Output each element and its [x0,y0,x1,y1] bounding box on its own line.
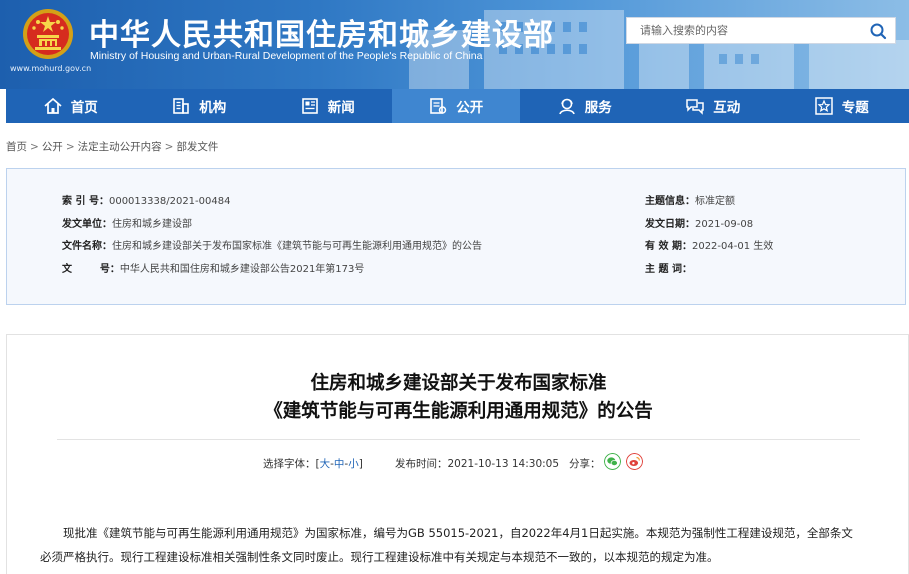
publish-time-label: 发布时间： [395,458,448,470]
site-subtitle-en: Ministry of Housing and Urban-Rural Deve… [90,50,483,62]
info-date: 发文日期：2021-09-08 [645,215,753,230]
share-label: 分享： [569,458,601,470]
info-index-label: 索 引 号： [62,196,109,207]
info-keywords: 主 题 词： [645,260,692,275]
document-info-box: 索 引 号：000013338/2021-00484 发文单位：住房和城乡建设部… [6,168,906,305]
article-body: 现批准《建筑节能与可再生能源利用通用规范》为国家标准，编号为GB 55015-2… [40,526,853,564]
info-topic-value: 标准定额 [695,196,735,207]
nav-label: 新闻 [327,100,355,116]
wechat-share-icon[interactable] [604,453,621,470]
breadcrumb: 首页 > 公开 > 法定主动公开内容 > 部发文件 [6,139,218,154]
nav-label: 服务 [584,100,612,116]
font-size-close: ] [358,458,363,470]
info-issuer-value: 住房和城乡建设部 [112,219,192,230]
site-url: www.mohurd.gov.cn [10,64,92,73]
site-header: www.mohurd.gov.cn 中华人民共和国住房和城乡建设部 Minist… [0,0,909,89]
info-date-value: 2021-09-08 [695,219,754,230]
newspaper-icon [301,98,318,114]
search-box [626,17,896,44]
info-validity-value: 2022-04-01 生效 [691,241,774,252]
nav-label: 专题 [841,100,869,116]
nav-item-topics[interactable]: 专题 [777,89,906,123]
service-person-icon [558,98,575,115]
article-title-line2: 《建筑节能与可再生能源利用通用规范》的公告 [264,401,653,422]
nav-label: 公开 [456,100,484,116]
nav-item-news[interactable]: 新闻 [263,89,392,123]
info-issuer: 发文单位：住房和城乡建设部 [62,215,192,230]
article-container: 住房和城乡建设部关于发布国家标准 《建筑节能与可再生能源利用通用规范》的公告 选… [6,334,909,574]
font-size-medium[interactable]: 中 [334,458,345,470]
info-validity: 有 效 期：2022-04-01 生效 [645,237,773,252]
nav-label: 互动 [713,100,741,116]
search-icon[interactable] [867,21,889,41]
star-icon [815,97,833,115]
nav-item-home[interactable]: 首页 [6,89,135,123]
search-input[interactable] [627,18,857,43]
info-issuer-label: 发文单位： [62,219,112,230]
home-icon [44,97,62,114]
site-title[interactable]: 中华人民共和国住房和城乡建设部 [89,10,554,54]
breadcrumb-ministry-documents[interactable]: 部发文件 [176,141,218,153]
info-topic-label: 主题信息： [645,196,695,207]
info-docname: 文件名称：住房和城乡建设部关于发布国家标准《建筑节能与可再生能源利用通用规范》的… [62,237,482,252]
info-docname-label: 文件名称： [62,241,112,252]
info-docname-value: 住房和城乡建设部关于发布国家标准《建筑节能与可再生能源利用通用规范》的公告 [112,241,482,252]
publish-time: 发布时间：2021-10-13 14:30:05 [395,456,559,471]
document-icon [430,98,447,114]
info-topic: 主题信息：标准定额 [645,192,735,207]
info-index: 索 引 号：000013338/2021-00484 [62,192,230,207]
info-date-label: 发文日期： [645,219,695,230]
breadcrumb-public[interactable]: 公开 [42,141,63,153]
national-emblem-icon [23,9,73,59]
font-size-selector: 选择字体：[大-中-小] [263,456,363,471]
nav-label: 首页 [70,100,98,116]
info-keywords-label: 主 题 词： [645,264,692,275]
breadcrumb-separator: > [164,141,174,153]
info-index-value: 000013338/2021-00484 [108,196,231,207]
main-nav: 首页 机构 新闻 公开 服务 互动 专题 [6,89,909,123]
font-size-small[interactable]: 小 [348,458,359,470]
weibo-share-icon[interactable] [626,453,643,470]
title-divider [57,439,860,440]
info-validity-label: 有 效 期： [645,241,692,252]
info-docno: 文 号：中华人民共和国住房和城乡建设部公告2021年第173号 [62,260,364,275]
breadcrumb-separator: > [65,141,75,153]
chat-icon [686,99,704,115]
publish-time-value: 2021-10-13 14:30:05 [447,458,560,470]
font-size-label: 选择字体：[ [263,458,320,470]
building-icon [173,98,190,114]
info-docno-label: 文 号： [62,264,120,275]
nav-item-public[interactable]: 公开 [391,89,520,123]
breadcrumb-home[interactable]: 首页 [6,141,27,153]
nav-item-institutions[interactable]: 机构 [135,89,264,123]
nav-item-interaction[interactable]: 互动 [649,89,778,123]
font-size-large[interactable]: 大 [320,458,331,470]
nav-label: 机构 [199,100,227,116]
breadcrumb-separator: > [30,141,39,153]
article-title-line1: 住房和城乡建设部关于发布国家标准 [310,373,607,394]
breadcrumb-statutory-content[interactable]: 法定主动公开内容 [78,141,162,153]
nav-item-services[interactable]: 服务 [520,89,649,123]
info-docno-value: 中华人民共和国住房和城乡建设部公告2021年第173号 [119,264,365,275]
